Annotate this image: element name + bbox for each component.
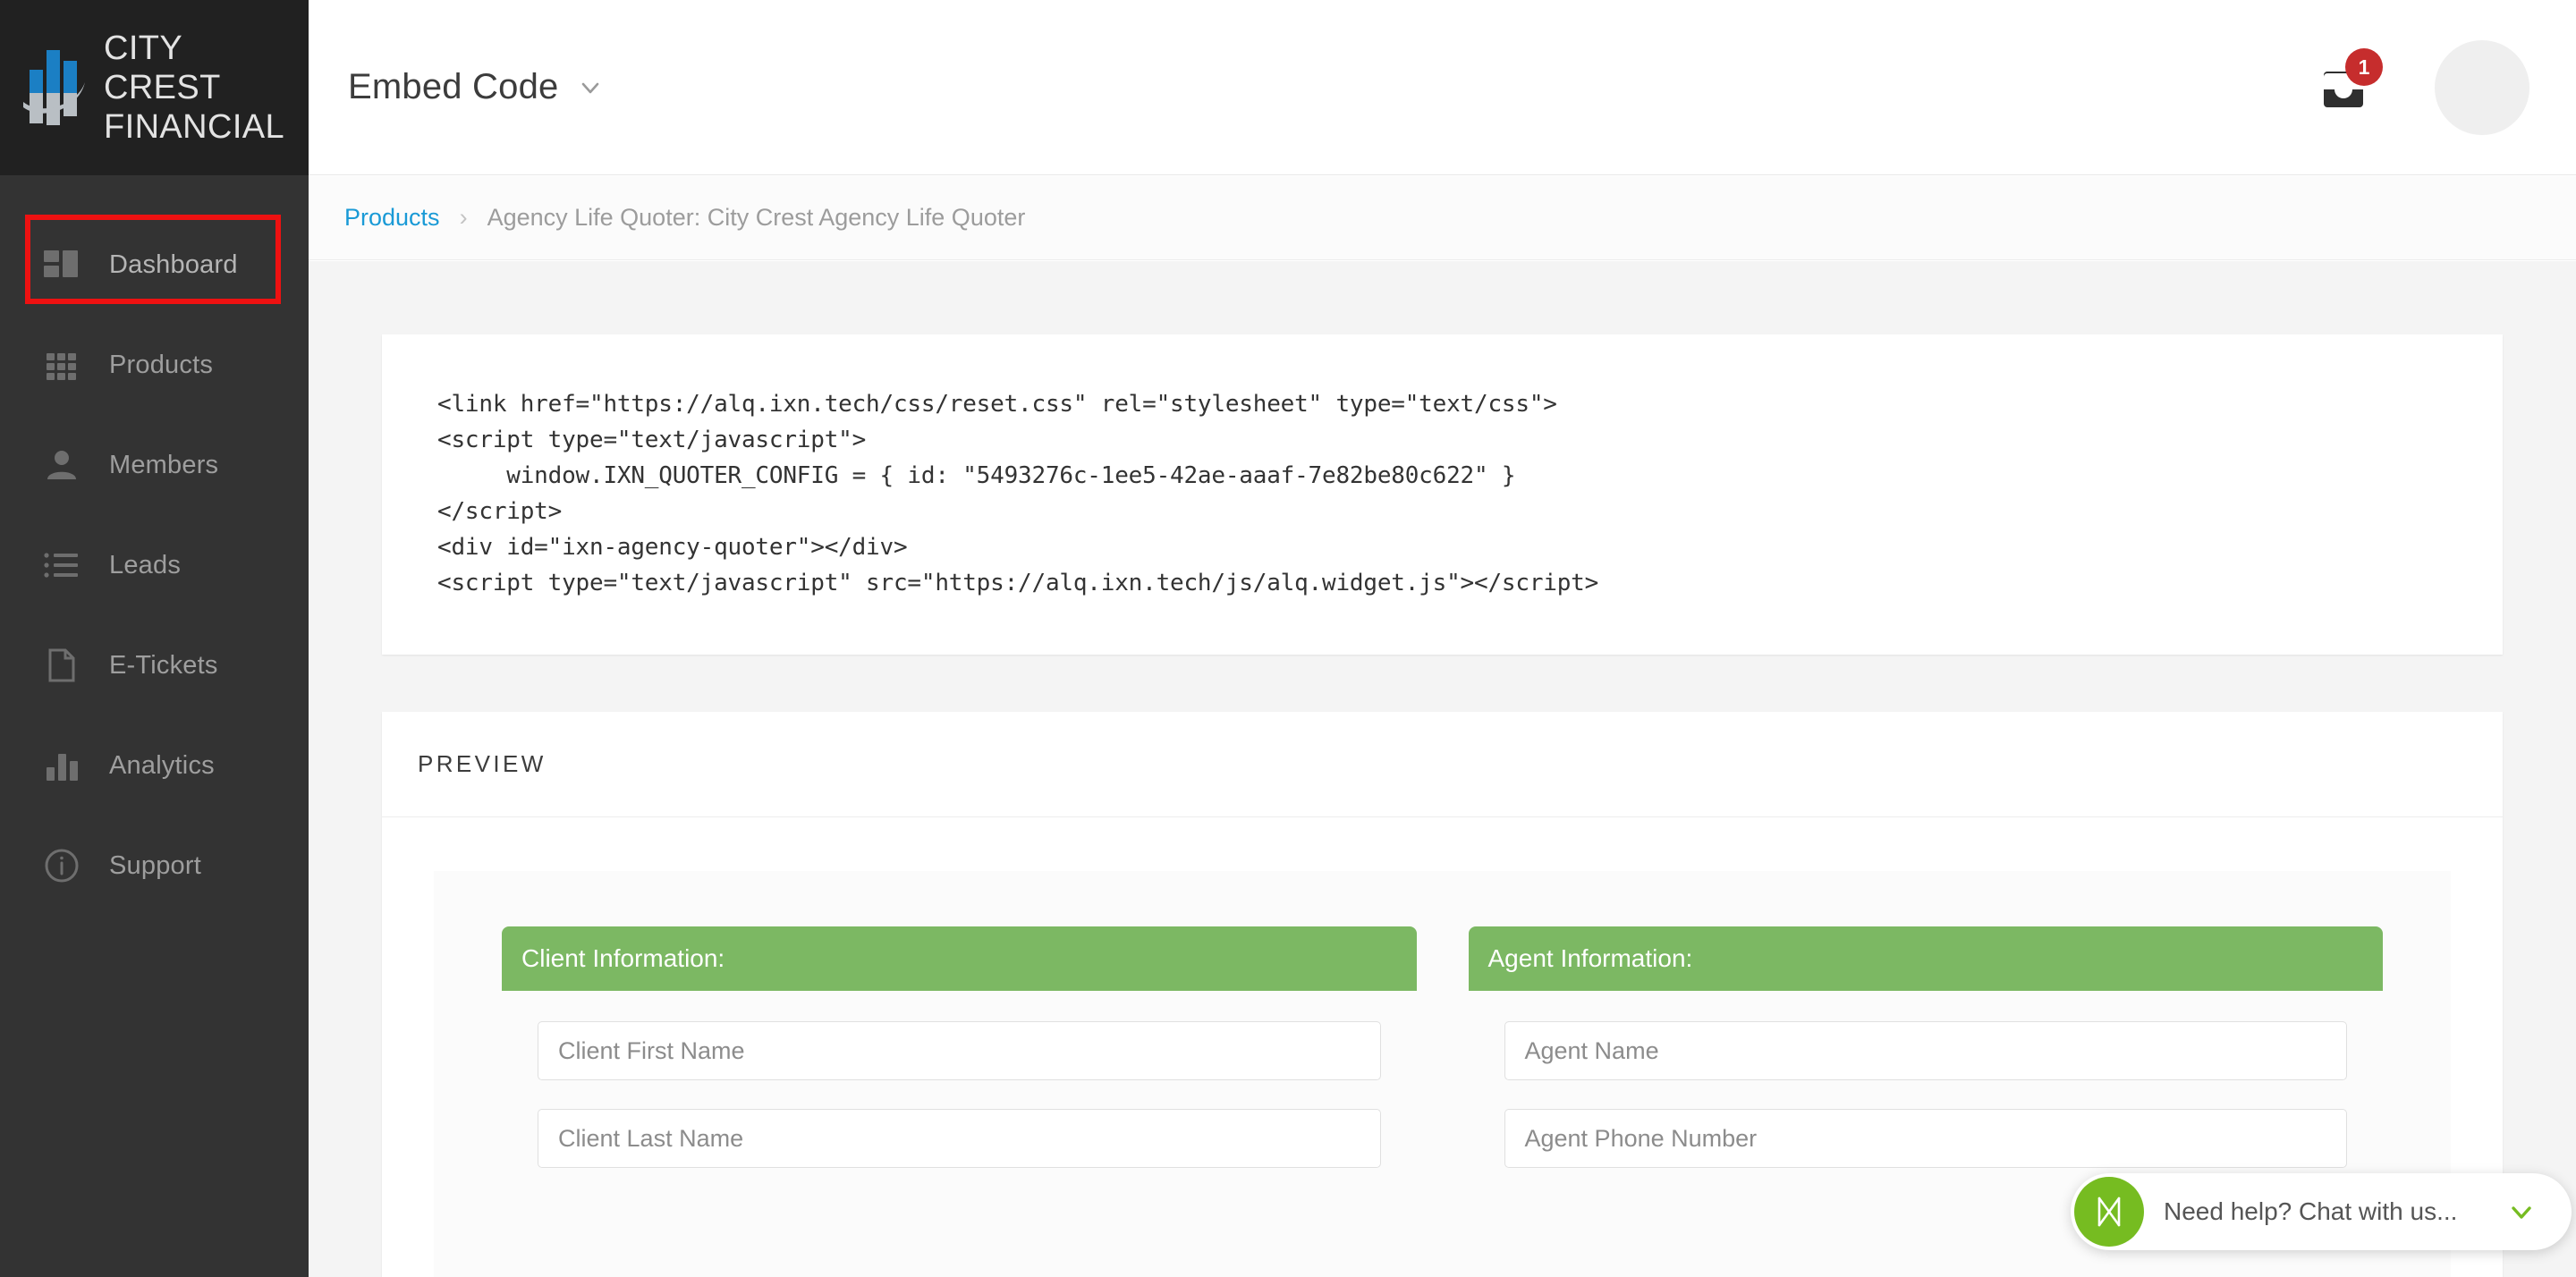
sidebar-item-label: Products [109,350,214,379]
page-title-dropdown[interactable]: Embed Code [348,67,605,107]
sidebar-item-label: Leads [109,550,182,579]
sidebar-item-label: Dashboard [109,249,238,279]
page-title: Embed Code [348,67,559,106]
field-placeholder: Agent Phone Number [1524,1124,1758,1152]
section-heading: Agent Information: [1487,944,1693,972]
sidebar-item-label: E-Tickets [109,650,218,680]
agent-name-field[interactable]: Agent Name [1504,1021,2347,1080]
agent-information-header: Agent Information: [1468,926,2383,991]
sidebar-item-label: Members [109,450,219,479]
client-last-name-field[interactable]: Client Last Name [538,1109,1381,1168]
app-root: CITY CREST FINANCIAL Dashboard Products … [0,0,2576,1277]
topbar: Embed Code 1 [309,0,2576,175]
agent-information-section: Agent Information: Agent Name Agent Phon… [1468,926,2384,1197]
sidebar: CITY CREST FINANCIAL Dashboard Products … [0,0,309,1277]
brand-name: CITY CREST FINANCIAL [104,29,309,147]
products-dots-grid-icon [41,344,82,385]
client-first-name-field[interactable]: Client First Name [538,1021,1381,1080]
sidebar-item-products[interactable]: Products [0,315,309,415]
sidebar-item-dashboard[interactable]: Dashboard [0,215,309,315]
chevron-right-icon: › [459,204,468,231]
inbox-icon [2315,72,2372,120]
agent-fields: Agent Name Agent Phone Number [1469,991,2384,1168]
section-heading: Client Information: [521,944,725,972]
client-information-header: Client Information: [502,926,1417,991]
sidebar-item-members[interactable]: Members [0,415,309,515]
ixn-logo-icon [2074,1177,2144,1247]
person-icon [41,444,82,486]
inbox-button[interactable]: 1 [2315,48,2383,116]
chevron-down-icon[interactable] [576,73,605,102]
sidebar-item-support[interactable]: Support [0,816,309,916]
bar-chart-icon [41,745,82,786]
embed-code-snippet[interactable]: <link href="https://alq.ixn.tech/css/res… [437,386,2447,601]
sidebar-nav: Dashboard Products Members Leads E-Ticke… [0,175,309,916]
sidebar-item-analytics[interactable]: Analytics [0,715,309,816]
client-information-section: Client Information: Client First Name Cl… [502,926,1417,1197]
notification-badge: 1 [2345,48,2383,86]
avatar[interactable] [2435,40,2529,135]
sidebar-item-label: Analytics [109,750,215,780]
breadcrumb: Products › Agency Life Quoter: City Cres… [309,176,2576,260]
field-placeholder: Client Last Name [558,1124,744,1152]
info-circle-icon [41,845,82,886]
agent-phone-number-field[interactable]: Agent Phone Number [1504,1109,2347,1168]
city-crest-bar-logo-icon [21,47,88,129]
embed-code-card: <link href="https://alq.ixn.tech/css/res… [382,334,2503,655]
topbar-actions: 1 [2315,0,2529,175]
brand-logo[interactable]: CITY CREST FINANCIAL [0,0,309,175]
brand-name-line1: CITY CREST [104,29,221,106]
field-placeholder: Agent Name [1524,1036,1659,1064]
sidebar-item-etickets[interactable]: E-Tickets [0,615,309,715]
breadcrumb-current: Agency Life Quoter: City Crest Agency Li… [487,204,1026,231]
preview-card-header: PREVIEW [382,712,2503,817]
preview-heading: PREVIEW [418,750,547,777]
brand-name-line2: FINANCIAL [104,108,285,147]
breadcrumb-link-products[interactable]: Products [344,204,440,232]
list-icon [41,545,82,586]
main-content: <link href="https://alq.ixn.tech/css/res… [309,261,2576,1277]
document-icon [41,645,82,686]
dashboard-grid-icon [41,244,82,285]
sidebar-item-leads[interactable]: Leads [0,515,309,615]
field-placeholder: Client First Name [558,1036,745,1064]
sidebar-item-label: Support [109,850,201,880]
chevron-down-icon[interactable] [2505,1196,2538,1228]
quoter-form: Client Information: Client First Name Cl… [434,926,2451,1197]
chat-widget-label: Need help? Chat with us... [2164,1197,2458,1225]
client-fields: Client First Name Client Last Name [502,991,1417,1168]
chat-widget[interactable]: Need help? Chat with us... [2071,1173,2572,1250]
